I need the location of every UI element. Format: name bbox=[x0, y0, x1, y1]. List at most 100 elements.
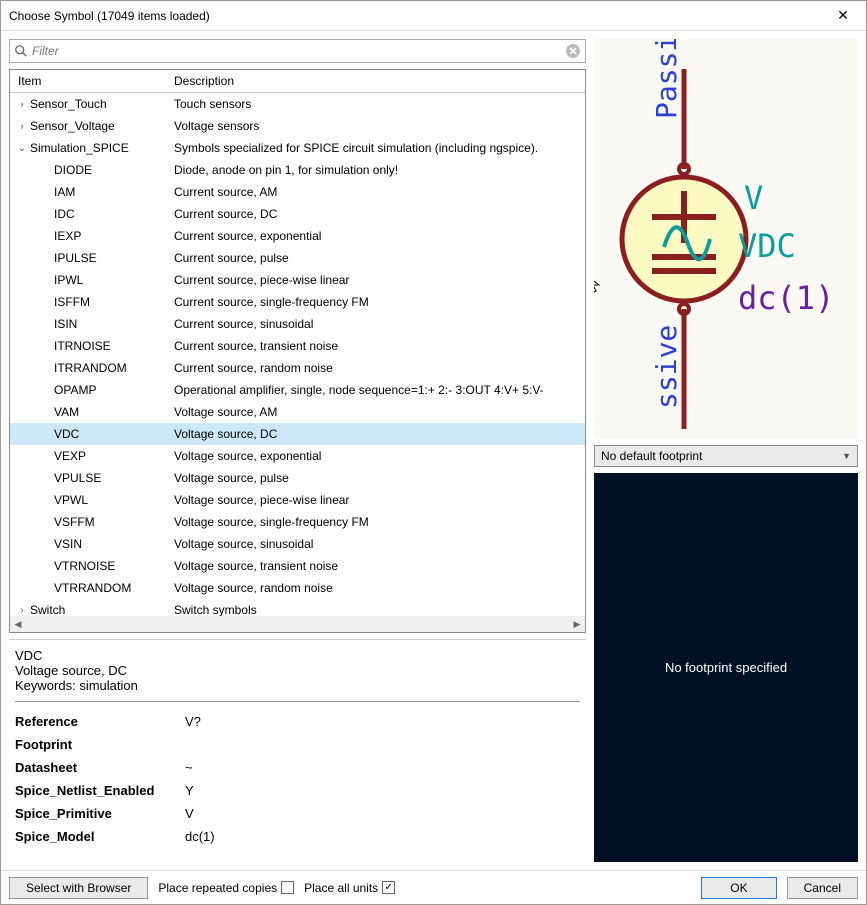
tree-item-label: IPULSE bbox=[52, 251, 97, 265]
ok-button[interactable]: OK bbox=[701, 877, 776, 899]
chevron-down-icon[interactable]: ⌄ bbox=[16, 143, 28, 154]
scroll-right-icon[interactable]: ▶ bbox=[569, 619, 585, 630]
property-row: Footprint bbox=[15, 733, 580, 756]
column-description[interactable]: Description bbox=[170, 74, 569, 88]
tree-row[interactable]: OPAMP Operational amplifier, single, node… bbox=[10, 379, 585, 401]
tree-item-description: Current source, pulse bbox=[170, 251, 585, 265]
tree-item-label: ITRNOISE bbox=[52, 339, 111, 353]
tree-item-label: VSFFM bbox=[52, 515, 95, 529]
tree-row[interactable]: DIODEDiode, anode on pin 1, for simulati… bbox=[10, 159, 585, 181]
tree-item-description: Voltage source, single-frequency FM bbox=[170, 515, 585, 529]
checkbox-icon[interactable]: ✓ bbox=[382, 881, 395, 894]
property-row: Datasheet~ bbox=[15, 756, 580, 779]
chevron-right-icon[interactable]: › bbox=[16, 605, 28, 616]
place-repeated-checkbox[interactable]: Place repeated copies bbox=[158, 881, 294, 895]
tree-item-label: VTRRANDOM bbox=[52, 581, 131, 595]
tree-item-label: VPWL bbox=[52, 493, 88, 507]
tree-item-label: Simulation_SPICE bbox=[28, 141, 129, 155]
window-title: Choose Symbol (17049 items loaded) bbox=[9, 9, 828, 23]
tree-row[interactable]: IEXPCurrent source, exponential bbox=[10, 225, 585, 247]
property-value: V? bbox=[185, 714, 201, 729]
tree-item-description: Voltage source, piece-wise linear bbox=[170, 493, 585, 507]
tree-item-description: Current source, exponential bbox=[170, 229, 585, 243]
tree-row[interactable]: ›Switch Switch symbols bbox=[10, 599, 585, 616]
tree-item-description: Current source, random noise bbox=[170, 361, 585, 375]
tree-h-scroll[interactable]: ◀ ▶ bbox=[10, 616, 585, 632]
tree-body[interactable]: ›Sensor_TouchTouch sensors›Sensor_Voltag… bbox=[10, 93, 585, 616]
property-value: ~ bbox=[185, 760, 193, 775]
tree-row[interactable]: VTRNOISEVoltage source, transient noise bbox=[10, 555, 585, 577]
tree-row[interactable]: ›Sensor_VoltageVoltage sensors bbox=[10, 115, 585, 137]
tree-row[interactable]: ISFFMCurrent source, single-frequency FM bbox=[10, 291, 585, 313]
tree-item-description: Voltage source, random noise bbox=[170, 581, 585, 595]
property-row: Spice_PrimitiveV bbox=[15, 802, 580, 825]
svg-text:VDC: VDC bbox=[738, 227, 796, 265]
tree-item-label: OPAMP bbox=[52, 383, 96, 397]
tree-row[interactable]: VSFFM Voltage source, single-frequency FM bbox=[10, 511, 585, 533]
tree-item-label: Switch bbox=[28, 603, 65, 616]
footprint-select-label: No default footprint bbox=[601, 449, 842, 463]
close-icon[interactable]: ✕ bbox=[828, 5, 858, 27]
column-item[interactable]: Item bbox=[10, 74, 170, 88]
tree-row[interactable]: VPULSEVoltage source, pulse bbox=[10, 467, 585, 489]
select-with-browser-button[interactable]: Select with Browser bbox=[9, 877, 148, 899]
tree-item-label: ITRRANDOM bbox=[52, 361, 127, 375]
property-row: ReferenceV? bbox=[15, 710, 580, 733]
details-keywords: Keywords: simulation bbox=[15, 678, 580, 693]
tree-row[interactable]: VTRRANDOM Voltage source, random noise bbox=[10, 577, 585, 599]
scroll-left-icon[interactable]: ◀ bbox=[10, 619, 26, 630]
property-label: Spice_Netlist_Enabled bbox=[15, 783, 185, 798]
tree-item-description: Current source, AM bbox=[170, 185, 585, 199]
tree-item-description: Diode, anode on pin 1, for simulation on… bbox=[170, 163, 585, 177]
property-label: Footprint bbox=[15, 737, 185, 752]
tree-item-description: Voltage source, sinusoidal bbox=[170, 537, 585, 551]
tree-item-description: Current source, DC bbox=[170, 207, 585, 221]
checkbox-icon[interactable] bbox=[281, 881, 294, 894]
svg-text:ssive: ssive bbox=[650, 325, 683, 409]
tree-item-label: VDC bbox=[52, 427, 79, 441]
tree-row[interactable]: VAMVoltage source, AM bbox=[10, 401, 585, 423]
details-panel: VDC Voltage source, DC Keywords: simulat… bbox=[9, 639, 586, 859]
tree-row[interactable]: VEXPVoltage source, exponential bbox=[10, 445, 585, 467]
tree-row[interactable]: ⌄Simulation_SPICE Symbols specialized for… bbox=[10, 137, 585, 159]
tree-row[interactable]: ISINCurrent source, sinusoidal bbox=[10, 313, 585, 335]
footprint-preview[interactable]: No footprint specified bbox=[594, 473, 858, 862]
chevron-down-icon: ▼ bbox=[842, 451, 851, 461]
footprint-select[interactable]: No default footprint ▼ bbox=[594, 445, 858, 467]
symbol-preview[interactable]: V VDC dc(1) Passi ssive bbox=[594, 39, 858, 439]
tree-item-description: Symbols specialized for SPICE circuit si… bbox=[170, 141, 585, 155]
filter-input[interactable] bbox=[32, 44, 565, 58]
tree-row[interactable]: VSIN Voltage source, sinusoidal bbox=[10, 533, 585, 555]
search-icon bbox=[14, 44, 28, 58]
tree-row[interactable]: VPWL Voltage source, piece-wise linear bbox=[10, 489, 585, 511]
tree-row[interactable]: IPWLCurrent source, piece-wise linear bbox=[10, 269, 585, 291]
property-label: Reference bbox=[15, 714, 185, 729]
svg-text:V: V bbox=[744, 179, 763, 217]
tree-row[interactable]: IDCCurrent source, DC bbox=[10, 203, 585, 225]
cancel-button[interactable]: Cancel bbox=[787, 877, 858, 899]
property-value: Y bbox=[185, 783, 194, 798]
tree-row[interactable]: IPULSE Current source, pulse bbox=[10, 247, 585, 269]
chevron-right-icon[interactable]: › bbox=[16, 99, 28, 110]
tree-item-description: Current source, sinusoidal bbox=[170, 317, 585, 331]
place-all-units-checkbox[interactable]: Place all units ✓ bbox=[304, 881, 395, 895]
tree-item-label: VSIN bbox=[52, 537, 82, 551]
tree-row[interactable]: IAMCurrent source, AM bbox=[10, 181, 585, 203]
tree-item-description: Voltage source, transient noise bbox=[170, 559, 585, 573]
tree-item-description: Operational amplifier, single, node sequ… bbox=[170, 383, 585, 397]
tree-item-description: Voltage source, AM bbox=[170, 405, 585, 419]
symbol-tree: Item Description ›Sensor_TouchTouch sens… bbox=[9, 69, 586, 633]
tree-item-description: Voltage source, pulse bbox=[170, 471, 585, 485]
clear-icon[interactable] bbox=[565, 43, 581, 59]
tree-row[interactable]: VDCVoltage source, DC bbox=[10, 423, 585, 445]
tree-item-description: Current source, transient noise bbox=[170, 339, 585, 353]
tree-row[interactable]: ITRNOISE Current source, transient noise bbox=[10, 335, 585, 357]
tree-row[interactable]: ›Sensor_TouchTouch sensors bbox=[10, 93, 585, 115]
property-label: Spice_Model bbox=[15, 829, 185, 844]
filter-box[interactable] bbox=[9, 39, 586, 63]
tree-row[interactable]: ITRRANDOM Current source, random noise bbox=[10, 357, 585, 379]
tree-item-description: Voltage source, exponential bbox=[170, 449, 585, 463]
tree-item-label: Sensor_Voltage bbox=[28, 119, 115, 133]
chevron-right-icon[interactable]: › bbox=[16, 121, 28, 132]
tree-item-description: Switch symbols bbox=[170, 603, 585, 616]
